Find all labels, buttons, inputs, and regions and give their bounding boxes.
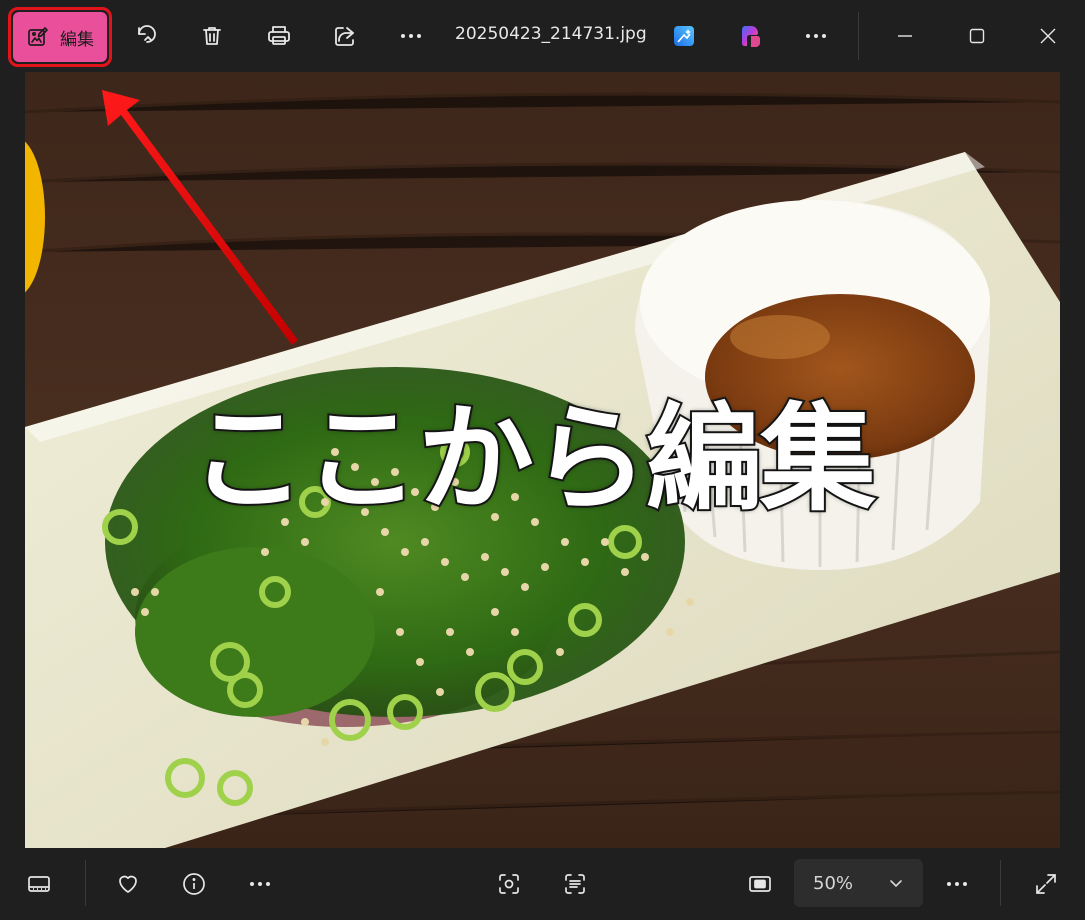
- more-options-button[interactable]: [389, 14, 433, 58]
- edit-button-label: 編集: [60, 29, 94, 50]
- fullscreen-icon: [1033, 871, 1059, 897]
- share-button[interactable]: [323, 14, 367, 58]
- info-button[interactable]: [172, 862, 216, 906]
- text-scan-button[interactable]: [553, 862, 597, 906]
- maximize-button[interactable]: [955, 14, 999, 58]
- copilot-icon: [738, 23, 764, 49]
- minimize-icon: [895, 26, 915, 46]
- zoom-dropdown[interactable]: 50%: [794, 859, 923, 907]
- actual-size-button[interactable]: [738, 862, 782, 906]
- toolbar-divider: [858, 12, 859, 60]
- filmstrip-icon: [26, 871, 52, 897]
- edit-button[interactable]: 編集: [8, 7, 112, 67]
- rotate-icon: [134, 23, 160, 49]
- more-view-button[interactable]: [935, 862, 979, 906]
- fullscreen-button[interactable]: [1024, 862, 1068, 906]
- close-button[interactable]: [1026, 14, 1070, 58]
- maximize-icon: [967, 26, 987, 46]
- visual-search-button[interactable]: [487, 862, 531, 906]
- file-name: 20250423_214731.jpg: [455, 24, 647, 44]
- copilot-button[interactable]: [729, 14, 773, 58]
- actual-size-icon: [747, 871, 773, 897]
- more-icon: [398, 23, 424, 49]
- info-icon: [181, 871, 207, 897]
- designer-button[interactable]: [662, 14, 706, 58]
- overlay-caption: ここから編集: [188, 390, 878, 529]
- rotate-button[interactable]: [125, 14, 169, 58]
- designer-icon: [672, 24, 696, 48]
- minimize-button[interactable]: [883, 14, 927, 58]
- favorite-button[interactable]: [106, 862, 150, 906]
- edit-button-body[interactable]: 編集: [13, 12, 107, 62]
- delete-icon: [200, 24, 224, 48]
- text-scan-icon: [562, 871, 588, 897]
- bottombar-divider: [85, 860, 86, 906]
- more-icon: [803, 23, 829, 49]
- more-icon: [247, 871, 273, 897]
- edit-icon: [26, 25, 50, 49]
- more-apps-button[interactable]: [794, 14, 838, 58]
- zoom-value: 50%: [813, 872, 854, 894]
- bottom-toolbar: 50%: [0, 848, 1085, 920]
- delete-button[interactable]: [190, 14, 234, 58]
- top-toolbar: 編集 20250423_214731.jpg: [0, 0, 1085, 72]
- favorite-icon: [115, 871, 141, 897]
- share-icon: [332, 23, 358, 49]
- more-bottom-button[interactable]: [238, 862, 282, 906]
- visual-search-icon: [496, 871, 522, 897]
- more-icon: [944, 871, 970, 897]
- chevron-down-icon: [889, 876, 903, 890]
- close-icon: [1038, 26, 1058, 46]
- print-button[interactable]: [257, 14, 301, 58]
- bottombar-divider-right: [1000, 860, 1001, 906]
- filmstrip-button[interactable]: [17, 862, 61, 906]
- print-icon: [266, 23, 292, 49]
- photo-canvas[interactable]: ここから編集: [25, 72, 1060, 848]
